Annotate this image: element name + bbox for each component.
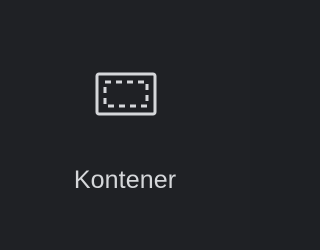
widget-label: Kontener [73, 166, 177, 194]
container-icon [95, 72, 157, 116]
container-widget-tile[interactable]: Kontener [0, 0, 250, 250]
